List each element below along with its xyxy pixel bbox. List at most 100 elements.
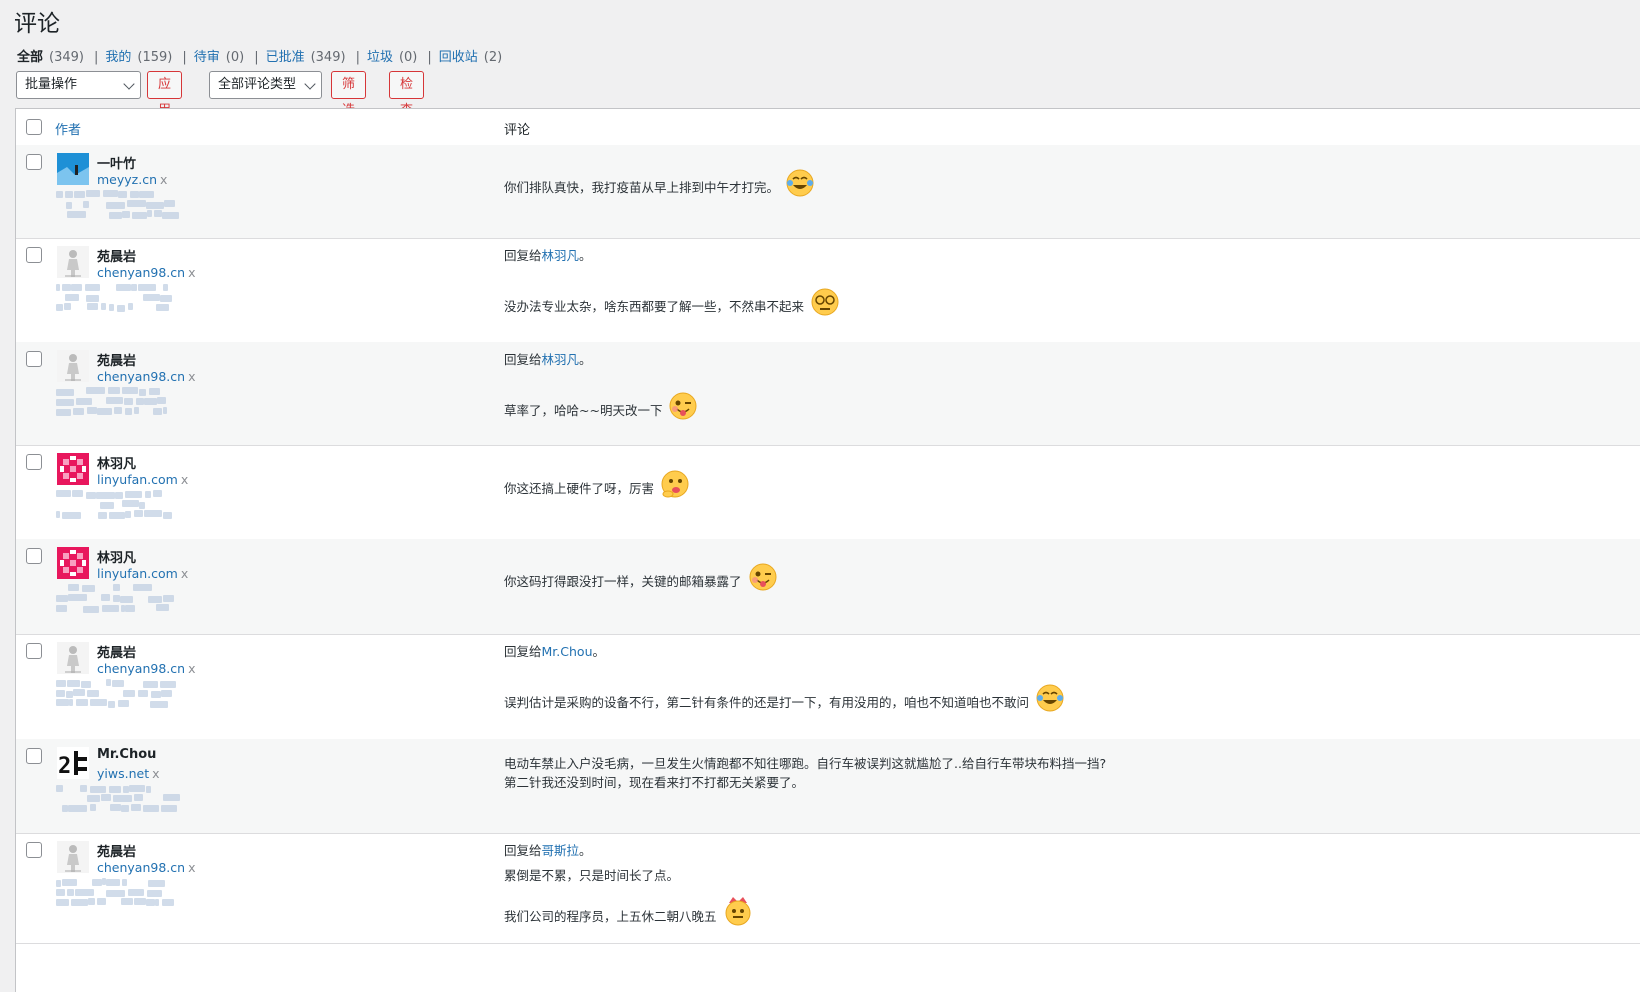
check-spam-button[interactable]: 检查垃圾	[389, 71, 425, 170]
author-url-remove[interactable]: x	[181, 566, 188, 581]
reply-to-line: 回复给哥斯拉。	[504, 843, 592, 858]
author-url-remove[interactable]: x	[160, 172, 167, 187]
crowned-emoji	[723, 895, 753, 932]
apply-button[interactable]: 应用	[147, 71, 183, 118]
filter-trash[interactable]: 回收站 (2)	[439, 46, 502, 65]
filter-button[interactable]: 筛选	[331, 71, 367, 118]
thinking-emoji	[660, 469, 690, 504]
comment-text-line-2: 第二针我还没到时间，现在看来打不打都无关紧要了。	[504, 775, 805, 790]
author-name: 林羽凡	[97, 457, 137, 472]
avatar	[57, 153, 89, 185]
author-url-link[interactable]: chenyan98.cn	[97, 860, 185, 875]
reply-to-line: 回复给林羽凡。	[504, 352, 592, 367]
laugh-cry-emoji	[1035, 683, 1065, 718]
comment-status-filters: 全部 (349) | 我的 (159) | 待审 (0) | 已批准 (349) | 垃圾 (0) | 回收站…	[17, 46, 502, 65]
comment-text: 你这还搞上硬件了呀，厉害	[504, 469, 690, 504]
comment-content: 回复给林羽凡。 草率了，哈哈~~明天改一下	[504, 350, 698, 426]
author-url-link[interactable]: linyufan.com	[97, 566, 178, 581]
filter-approved[interactable]: 已批准 (349)	[266, 46, 346, 65]
comment-row: 苑晨岩 chenyan98.cn x 回复给Mr.Chou。 误判估计是采购的设备不行，…	[16, 634, 1640, 740]
author-url-link[interactable]: linyufan.com	[97, 472, 178, 487]
comment-text: 没办法专业太杂，啥东西都要了解一些，不然串不起来	[504, 287, 840, 322]
author-name: Mr.Chou	[97, 747, 157, 762]
row-checkbox[interactable]	[26, 842, 42, 858]
redacted-author-info	[56, 190, 179, 222]
row-checkbox[interactable]	[26, 643, 42, 659]
comment-text: 你们排队真快，我打疫苗从早上排到中午才打完。	[504, 168, 815, 203]
row-checkbox[interactable]	[26, 548, 42, 564]
author-name: 苑晨岩	[97, 845, 137, 860]
comment-row: 林羽凡 linyufan.com x 你这码打得跟没打一样，关键的邮箱暴露了	[16, 539, 1640, 635]
avatar	[57, 841, 89, 873]
bulk-action-label: 批量操作	[25, 77, 78, 92]
bulk-action-select[interactable]: 批量操作	[16, 71, 141, 99]
comment-type-select[interactable]: 全部评论类型	[209, 71, 322, 99]
comment-content: 电动车禁止入户没毛病，一旦发生火情跑都不知往哪跑。自行车被误判这就尴尬了..给自…	[504, 754, 1106, 792]
comment-row: 一叶竹 meyyz.cn x 你们排队真快，我打疫苗从早上排到中午才打完。	[16, 145, 1640, 239]
column-author-header[interactable]: 作者	[55, 119, 81, 138]
filter-mine[interactable]: 我的 (159)	[105, 46, 172, 65]
reply-to-link[interactable]: Mr.Chou	[542, 644, 593, 659]
author-url: linyufan.com x	[97, 566, 188, 581]
avatar: 2	[57, 747, 89, 779]
author-name: 一叶竹	[97, 157, 137, 172]
avatar	[57, 642, 89, 674]
wink-tongue-emoji	[748, 562, 778, 597]
comment-row: 苑晨岩 chenyan98.cn x 回复给林羽凡。 草率了，哈哈~~明天改一下	[16, 342, 1640, 446]
comment-text-line-2: 我们公司的程序员，上五休二朝八晚五	[504, 895, 753, 932]
reply-to-line: 回复给Mr.Chou。	[504, 644, 606, 659]
comment-content: 回复给林羽凡。没办法专业太杂，啥东西都要了解一些，不然串不起来	[504, 246, 840, 322]
author-url-link[interactable]: meyyz.cn	[97, 172, 157, 187]
row-checkbox[interactable]	[26, 351, 42, 367]
reply-to-link[interactable]: 哥斯拉	[542, 843, 580, 858]
row-checkbox[interactable]	[26, 247, 42, 263]
author-url-remove[interactable]: x	[181, 472, 188, 487]
laugh-cry-emoji	[785, 168, 815, 203]
author-url-remove[interactable]: x	[188, 265, 195, 280]
filter-spam[interactable]: 垃圾 (0)	[367, 46, 417, 65]
author-url-link[interactable]: yiws.net	[97, 766, 149, 781]
comment-content: 回复给Mr.Chou。误判估计是采购的设备不行，第二针有条件的还是打一下，有用没…	[504, 642, 1065, 718]
row-checkbox[interactable]	[26, 748, 42, 764]
comment-text: 你这码打得跟没打一样，关键的邮箱暴露了	[504, 562, 778, 597]
filter-all[interactable]: 全部 (349)	[17, 46, 84, 65]
reply-to-line: 回复给林羽凡。	[504, 248, 592, 263]
author-url-link[interactable]: chenyan98.cn	[97, 369, 185, 384]
author-url: chenyan98.cn x	[97, 369, 195, 384]
author-url-remove[interactable]: x	[188, 369, 195, 384]
author-url: linyufan.com x	[97, 472, 188, 487]
comment-content: 你这码打得跟没打一样，关键的邮箱暴露了	[504, 562, 778, 597]
chevron-down-icon	[123, 78, 135, 90]
row-checkbox[interactable]	[26, 154, 42, 170]
comment-type-label: 全部评论类型	[218, 77, 297, 92]
author-url: meyyz.cn x	[97, 172, 167, 187]
chevron-down-icon	[304, 78, 316, 90]
avatar	[57, 453, 89, 485]
filter-pending[interactable]: 待审 (0)	[194, 46, 244, 65]
comment-row: 苑晨岩 chenyan98.cn x 回复给哥斯拉。 累倒是不累，只是时间长了点。 我们公…	[16, 833, 1640, 944]
redacted-author-info	[56, 387, 176, 419]
author-url: chenyan98.cn x	[97, 661, 195, 676]
comment-content: 你们排队真快，我打疫苗从早上排到中午才打完。	[504, 168, 815, 203]
table-header: 作者 评论	[16, 109, 1640, 146]
author-url: chenyan98.cn x	[97, 265, 195, 280]
author-name: 林羽凡	[97, 551, 137, 566]
author-url-remove[interactable]: x	[188, 860, 195, 875]
author-url-link[interactable]: chenyan98.cn	[97, 265, 185, 280]
row-checkbox[interactable]	[26, 454, 42, 470]
author-url-remove[interactable]: x	[188, 661, 195, 676]
comment-row: 林羽凡 linyufan.com x 你这还搞上硬件了呀，厉害	[16, 445, 1640, 540]
avatar	[57, 547, 89, 579]
author-url-link[interactable]: chenyan98.cn	[97, 661, 185, 676]
author-url-remove[interactable]: x	[152, 766, 159, 781]
avatar	[57, 246, 89, 278]
comment-text: 电动车禁止入户没毛病，一旦发生火情跑都不知往哪跑。自行车被误判这就尴尬了..给自…	[504, 756, 1107, 771]
comment-text: 误判估计是采购的设备不行，第二针有条件的还是打一下，有用没用的，咱也不知道咱也不…	[504, 683, 1065, 718]
svg-text:2: 2	[58, 754, 71, 779]
avatar	[57, 350, 89, 382]
select-all-checkbox[interactable]	[26, 119, 42, 135]
reply-to-link[interactable]: 林羽凡	[542, 248, 580, 263]
dizzy-emoji	[810, 287, 840, 322]
redacted-author-info	[56, 679, 176, 711]
reply-to-link[interactable]: 林羽凡	[542, 352, 580, 367]
